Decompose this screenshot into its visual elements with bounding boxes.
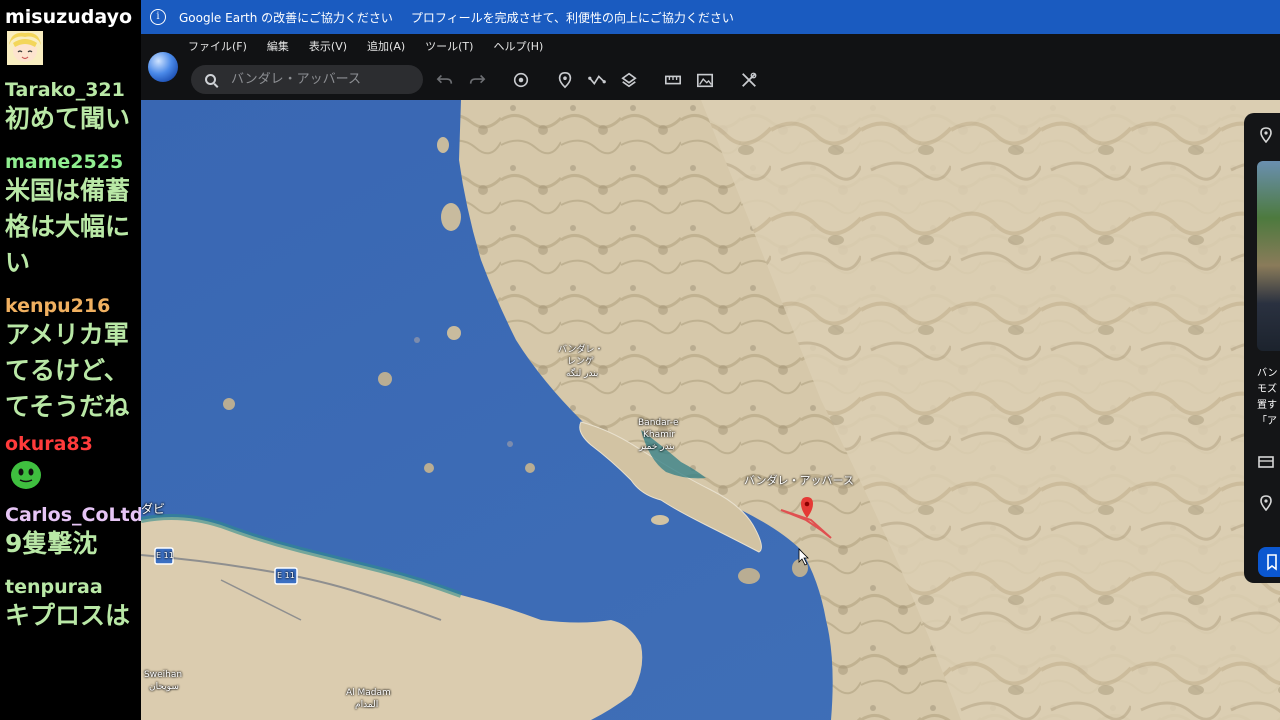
chat-message: mame2525 米国は備蓄 格は大幅に い	[0, 151, 141, 281]
chat-text: 格は大幅に	[5, 212, 131, 241]
menu-file[interactable]: ファイル(F)	[188, 38, 247, 54]
chat-message: Carlos_CoLtd 9隻撃沈	[0, 504, 141, 562]
chat-text: アメリカ軍	[5, 320, 129, 349]
placemark-icon[interactable]	[555, 71, 575, 89]
chat-text: てそうだね	[5, 392, 130, 421]
chat-username: okura83	[5, 433, 93, 455]
chat-message: Tarako_321 初めて聞い	[0, 79, 141, 137]
chat-username: misuzudayo	[5, 6, 133, 28]
toolbar: ファイル(F) 編集 表示(V) 追加(A) ツール(T) ヘルプ(H)	[141, 34, 1280, 100]
banner-message[interactable]: Google Earth の改善にご協力ください	[179, 9, 393, 26]
map-label-sweihan-ar: سويحان	[149, 682, 179, 692]
menu-help[interactable]: ヘルプ(H)	[493, 38, 543, 54]
chat-text: 米国は備蓄	[5, 176, 131, 205]
chat-text: 9隻撃沈	[5, 529, 98, 558]
search-box[interactable]	[191, 65, 423, 94]
map-label-al-madam-ar: المدام	[355, 700, 379, 710]
place-description-line: 「ア	[1257, 416, 1277, 427]
chat-text: てるけど、	[5, 356, 129, 385]
search-input[interactable]	[231, 72, 401, 87]
image-overlay-icon[interactable]	[695, 71, 715, 89]
directions-icon[interactable]	[1258, 455, 1274, 473]
map-label-khamir: Khamir	[643, 430, 676, 440]
satellite-map-image[interactable]	[141, 100, 1280, 720]
path-icon[interactable]	[587, 71, 607, 89]
layers-icon[interactable]	[619, 71, 639, 89]
chat-username: kenpu216	[5, 295, 111, 317]
map-view[interactable]: バンダレ・ レンゲ بندر لنگه Bandar-e Khamir بندر…	[141, 100, 1280, 720]
chat-text: 初めて聞い	[5, 104, 131, 133]
ruler-icon[interactable]	[663, 71, 683, 89]
map-label-lengeh-fa: بندر لنگه	[566, 369, 599, 379]
map-label-sweihan: Sweihan	[144, 670, 183, 680]
tools-icon[interactable]	[739, 71, 759, 89]
menu-add[interactable]: 追加(A)	[367, 38, 405, 54]
location-pin-icon[interactable]	[1259, 495, 1273, 515]
chat-message: tenpuraa キプロスは	[0, 576, 141, 634]
undo-icon[interactable]	[435, 71, 455, 89]
history-icon[interactable]	[511, 71, 531, 89]
place-photo[interactable]	[1257, 161, 1280, 351]
banner-message[interactable]: プロフィールを完成させて、利便性の向上にご協力ください	[411, 9, 734, 26]
chat-message: misuzudayo	[0, 6, 141, 65]
place-description: バン モズ 置す 「ア	[1257, 366, 1278, 430]
google-earth-logo-icon[interactable]	[148, 52, 178, 82]
route-shield-e11: E 11	[277, 571, 295, 580]
map-label-khamir-fa: بندر خمیر	[639, 442, 675, 452]
place-description-line: 置す	[1257, 400, 1277, 411]
save-to-project-button[interactable]	[1258, 547, 1280, 577]
chat-message: okura83	[0, 433, 141, 492]
place-description-line: モズ	[1257, 384, 1277, 395]
redo-icon[interactable]	[467, 71, 487, 89]
map-label-lengeh: レンゲ	[567, 357, 595, 367]
bookmark-icon	[1267, 554, 1277, 571]
chat-panel: misuzudayo Tarako_321 初めて聞い mame2525 米国は…	[0, 0, 141, 720]
map-label-bandar-abbas[interactable]: バンダレ・アッバース	[744, 472, 854, 488]
place-description-line: バン	[1257, 368, 1278, 379]
chat-text: い	[5, 248, 31, 277]
menu-tools[interactable]: ツール(T)	[425, 38, 473, 54]
chat-username: mame2525	[5, 151, 124, 173]
green-blob-avatar-icon	[9, 458, 45, 492]
chat-username: tenpuraa	[5, 576, 103, 598]
map-label-lengeh: バンダレ・	[558, 345, 604, 355]
location-pin-icon	[1259, 127, 1273, 147]
knowledge-card-panel[interactable]: バン モズ 置す 「ア	[1244, 113, 1280, 583]
chat-username: Tarako_321	[5, 79, 125, 101]
yellow-hair-avatar-icon	[7, 31, 43, 65]
map-label-al-madam: Al Madam	[346, 688, 391, 698]
map-label-dubai: ダビ	[141, 502, 166, 516]
chat-text: キプロスは	[5, 601, 131, 630]
search-icon	[205, 74, 216, 85]
screen: misuzudayo Tarako_321 初めて聞い mame2525 米国は…	[0, 0, 1280, 720]
chat-username: Carlos_CoLtd	[5, 504, 141, 526]
route-shield-e11: E 11	[156, 551, 174, 560]
info-icon: i	[150, 9, 166, 25]
menu-bar: ファイル(F) 編集 表示(V) 追加(A) ツール(T) ヘルプ(H)	[188, 38, 543, 54]
map-label-khamir: Bandar-e	[638, 418, 679, 428]
menu-view[interactable]: 表示(V)	[309, 38, 347, 54]
chat-message: kenpu216 アメリカ軍 てるけど、 てそうだね	[0, 295, 141, 425]
google-earth-window: i Google Earth の改善にご協力ください プロフィールを完成させて、…	[141, 0, 1280, 720]
info-banner: i Google Earth の改善にご協力ください プロフィールを完成させて、…	[141, 0, 1280, 34]
menu-edit[interactable]: 編集	[267, 38, 289, 54]
